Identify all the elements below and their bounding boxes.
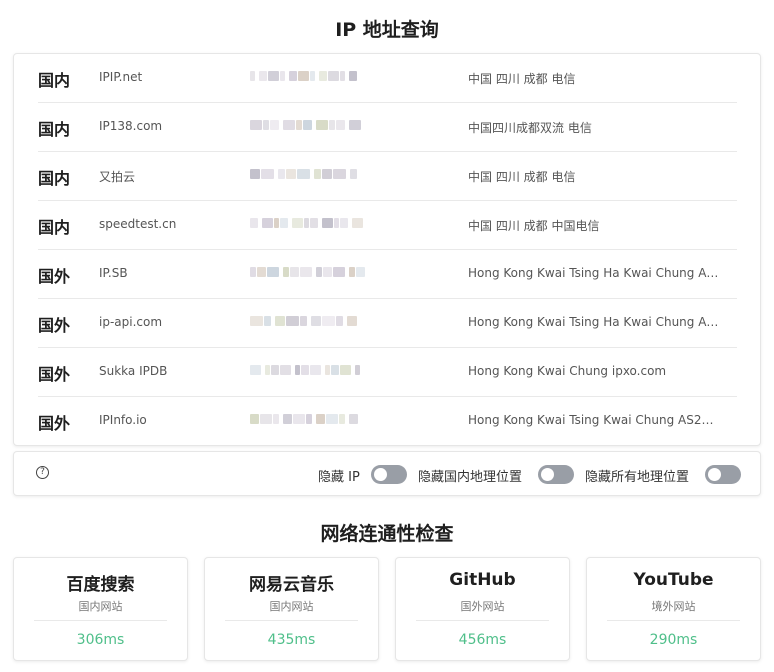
latency-value: 290ms bbox=[649, 632, 698, 648]
source-name: IP.SB bbox=[99, 266, 128, 280]
region-label: 国内 bbox=[38, 71, 71, 90]
connectivity-title: 网络连通性检查 bbox=[320, 523, 454, 545]
question-circle-icon[interactable]: ? bbox=[36, 466, 49, 479]
site-type: 国外网站 bbox=[460, 600, 505, 613]
ip-address-blurred bbox=[250, 411, 362, 429]
latency-value: 456ms bbox=[458, 632, 507, 648]
hide-ip-toggle[interactable] bbox=[371, 465, 407, 484]
site-name: YouTube bbox=[633, 570, 714, 590]
source-name: 又拍云 bbox=[99, 170, 136, 184]
hide-ip-label: 隐藏 IP bbox=[318, 470, 360, 485]
ip-row: 国外 ip-api.com Hong Kong Kwai Tsing Ha Kw… bbox=[14, 299, 762, 348]
source-name: speedtest.cn bbox=[99, 217, 177, 231]
connectivity-card-github[interactable]: GitHub 国外网站 456ms bbox=[395, 557, 570, 661]
hide-all-location-toggle[interactable] bbox=[705, 465, 741, 484]
connectivity-card-youtube[interactable]: YouTube 境外网站 290ms bbox=[586, 557, 761, 661]
region-label: 国外 bbox=[38, 267, 71, 286]
ip-address-blurred bbox=[250, 362, 362, 380]
source-name: IP138.com bbox=[99, 119, 163, 133]
connectivity-card-baidu[interactable]: 百度搜索 国内网站 306ms bbox=[13, 557, 188, 661]
ip-address-blurred bbox=[250, 264, 365, 282]
ip-row: 国内 IP138.com 中国四川成都双流 电信 bbox=[14, 103, 762, 152]
ip-address-blurred bbox=[250, 313, 362, 331]
ip-address-blurred bbox=[250, 215, 363, 233]
hide-all-location-label: 隐藏所有地理位置 bbox=[585, 470, 690, 485]
region-label: 国内 bbox=[38, 120, 71, 139]
privacy-settings-bar: ? 隐藏 IP 隐藏国内地理位置 隐藏所有地理位置 bbox=[13, 451, 761, 496]
ip-address-blurred bbox=[250, 166, 362, 184]
location-text: 中国四川成都双流 电信 bbox=[468, 121, 592, 135]
location-text: 中国 四川 成都 中国电信 bbox=[468, 219, 600, 233]
region-label: 国外 bbox=[38, 365, 71, 384]
ip-lookup-title: IP 地址查询 bbox=[335, 19, 439, 41]
site-type: 国内网站 bbox=[269, 600, 314, 613]
ip-address-blurred bbox=[250, 117, 362, 135]
location-text: Hong Kong Kwai Tsing Ha Kwai Chung Apple… bbox=[468, 266, 720, 280]
site-type: 国内网站 bbox=[78, 600, 123, 613]
source-name: IPIP.net bbox=[99, 70, 143, 84]
site-name: GitHub bbox=[449, 570, 516, 590]
latency-value: 306ms bbox=[76, 632, 125, 648]
connectivity-card-netease[interactable]: 网易云音乐 国内网站 435ms bbox=[204, 557, 379, 661]
hide-domestic-location-toggle[interactable] bbox=[538, 465, 574, 484]
ip-row: 国外 IPInfo.io Hong Kong Kwai Tsing Kwai C… bbox=[14, 397, 762, 446]
region-label: 国外 bbox=[38, 316, 71, 335]
location-text: Hong Kong Kwai Tsing Ha Kwai Chung Apple… bbox=[468, 315, 720, 329]
region-label: 国内 bbox=[38, 218, 71, 237]
site-name: 百度搜索 bbox=[66, 575, 135, 595]
location-text: Hong Kong Kwai Chung ipxo.com bbox=[468, 364, 667, 378]
hide-domestic-location-label: 隐藏国内地理位置 bbox=[418, 470, 523, 485]
ip-row: 国内 又拍云 中国 四川 成都 电信 bbox=[14, 152, 762, 201]
ip-row: 国内 speedtest.cn 中国 四川 成都 中国电信 bbox=[14, 201, 762, 250]
ip-address-blurred bbox=[250, 68, 362, 86]
location-text: 中国 四川 成都 电信 bbox=[468, 170, 576, 184]
site-name: 网易云音乐 bbox=[249, 575, 334, 595]
region-label: 国内 bbox=[38, 169, 71, 188]
source-name: ip-api.com bbox=[99, 315, 163, 329]
source-name: Sukka IPDB bbox=[99, 364, 168, 378]
source-name: IPInfo.io bbox=[99, 413, 147, 427]
latency-value: 435ms bbox=[267, 632, 316, 648]
ip-row: 国外 IP.SB Hong Kong Kwai Tsing Ha Kwai Ch… bbox=[14, 250, 762, 299]
site-type: 境外网站 bbox=[651, 600, 696, 613]
ip-row: 国外 Sukka IPDB Hong Kong Kwai Chung ipxo.… bbox=[14, 348, 762, 397]
location-text: 中国 四川 成都 电信 bbox=[468, 72, 576, 86]
region-label: 国外 bbox=[38, 414, 71, 433]
ip-lookup-table: 国内 IPIP.net 中国 四川 成都 电信 国内 IP138.com 中国四… bbox=[13, 53, 761, 446]
ip-row: 国内 IPIP.net 中国 四川 成都 电信 bbox=[14, 54, 762, 103]
location-text: Hong Kong Kwai Tsing Kwai Chung AS216183… bbox=[468, 413, 720, 427]
